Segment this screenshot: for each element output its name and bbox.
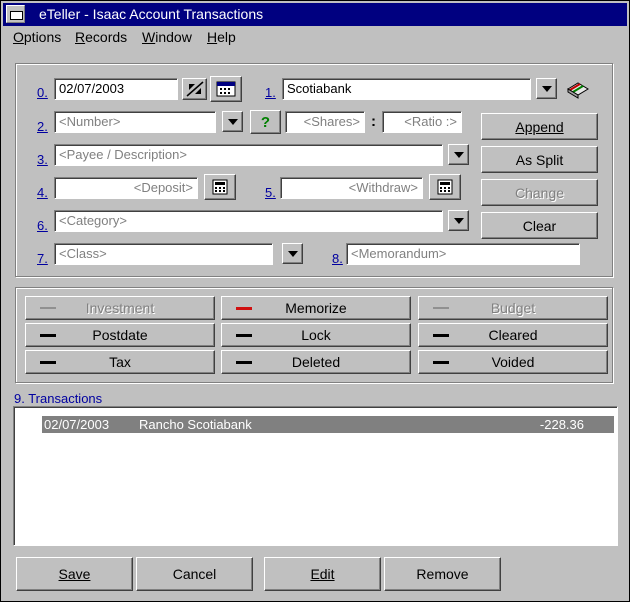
help-icon: ? bbox=[260, 113, 271, 131]
table-row[interactable]: 02/07/2003 Rancho Scotiabank -228.36 bbox=[42, 416, 614, 433]
date-input[interactable]: 02/07/2003 bbox=[54, 78, 178, 100]
transaction-amount: -228.36 bbox=[539, 417, 584, 432]
tax-toggle[interactable]: Tax bbox=[25, 350, 215, 374]
investment-toggle[interactable]: Investment bbox=[25, 296, 215, 320]
indicator-icon bbox=[433, 361, 449, 364]
transaction-description: Rancho Scotiabank bbox=[139, 417, 252, 432]
class-dropdown-button[interactable] bbox=[282, 243, 303, 264]
save-button[interactable]: Save bbox=[16, 557, 133, 591]
date-spinner[interactable] bbox=[182, 78, 207, 100]
field-label-1: 1. bbox=[265, 85, 276, 100]
account-dropdown-button[interactable] bbox=[536, 78, 557, 99]
number-dropdown-button[interactable] bbox=[222, 111, 243, 132]
class-input[interactable]: <Class> bbox=[54, 243, 273, 265]
deposit-input[interactable]: <Deposit> bbox=[54, 177, 198, 199]
field-label-3: 3. bbox=[37, 152, 48, 167]
account-book-icon[interactable] bbox=[566, 79, 590, 101]
chevron-down-icon bbox=[453, 217, 464, 224]
ratio-input[interactable]: <Ratio :> bbox=[382, 111, 462, 133]
cancel-button[interactable]: Cancel bbox=[136, 557, 253, 591]
menu-bar: Options Records Window Help bbox=[3, 28, 627, 48]
indicator-icon bbox=[40, 307, 56, 309]
budget-toggle[interactable]: Budget bbox=[418, 296, 608, 320]
field-label-6: 6. bbox=[37, 218, 48, 233]
menu-help[interactable]: Help bbox=[207, 29, 236, 45]
spinner-icon bbox=[186, 81, 203, 97]
number-help-button[interactable]: ? bbox=[250, 110, 281, 134]
indicator-icon bbox=[433, 334, 449, 337]
chevron-down-icon bbox=[453, 151, 464, 158]
change-button[interactable]: Change bbox=[481, 179, 598, 206]
indicator-icon bbox=[40, 334, 56, 337]
lock-toggle[interactable]: Lock bbox=[221, 323, 411, 347]
memorize-toggle[interactable]: Memorize bbox=[221, 296, 411, 320]
field-label-8: 8. bbox=[332, 251, 343, 266]
app-window: eTeller - Isaac Account Transactions Opt… bbox=[0, 0, 630, 602]
indicator-icon bbox=[236, 307, 252, 310]
field-label-2: 2. bbox=[37, 119, 48, 134]
cleared-toggle[interactable]: Cleared bbox=[418, 323, 608, 347]
ratio-separator: : bbox=[371, 113, 376, 130]
indicator-icon bbox=[40, 361, 56, 364]
indicator-icon bbox=[433, 307, 449, 309]
remove-button[interactable]: Remove bbox=[384, 557, 501, 591]
account-combobox[interactable]: Scotiabank bbox=[282, 78, 531, 100]
calendar-icon bbox=[216, 81, 236, 97]
chevron-down-icon bbox=[227, 118, 238, 125]
deleted-toggle[interactable]: Deleted bbox=[221, 350, 411, 374]
indicator-icon bbox=[236, 334, 252, 337]
clear-button[interactable]: Clear bbox=[481, 212, 598, 239]
menu-records[interactable]: Records bbox=[75, 29, 127, 45]
chevron-down-icon bbox=[541, 85, 552, 92]
field-label-7: 7. bbox=[37, 251, 48, 266]
transactions-label: 9. Transactions bbox=[14, 391, 103, 406]
title-bar[interactable]: eTeller - Isaac Account Transactions bbox=[3, 3, 627, 26]
payee-dropdown-button[interactable] bbox=[448, 144, 469, 165]
withdraw-calculator-button[interactable] bbox=[429, 174, 461, 200]
transaction-date: 02/07/2003 bbox=[44, 417, 110, 432]
menu-options[interactable]: Options bbox=[13, 29, 61, 45]
voided-toggle[interactable]: Voided bbox=[418, 350, 608, 374]
chevron-down-icon bbox=[287, 250, 298, 257]
edit-button[interactable]: Edit bbox=[264, 557, 381, 591]
append-button[interactable]: Append bbox=[481, 113, 598, 140]
indicator-icon bbox=[236, 361, 252, 364]
field-label-4: 4. bbox=[37, 185, 48, 200]
window-title: eTeller - Isaac Account Transactions bbox=[39, 6, 264, 22]
category-dropdown-button[interactable] bbox=[448, 210, 469, 231]
memo-input[interactable]: <Memorandum> bbox=[346, 243, 580, 265]
withdraw-input[interactable]: <Withdraw> bbox=[280, 177, 423, 199]
as-split-button[interactable]: As Split bbox=[481, 146, 598, 173]
field-label-0: 0. bbox=[37, 85, 48, 100]
payee-input[interactable]: <Payee / Description> bbox=[54, 144, 443, 166]
field-label-5: 5. bbox=[265, 185, 276, 200]
number-input[interactable]: <Number> bbox=[54, 111, 216, 133]
transactions-list[interactable]: 02/07/2003 Rancho Scotiabank -228.36 bbox=[13, 406, 618, 546]
window-menu-icon[interactable] bbox=[6, 5, 25, 23]
shares-input[interactable]: <Shares> bbox=[285, 111, 365, 133]
calendar-button[interactable] bbox=[210, 76, 242, 102]
menu-window[interactable]: Window bbox=[142, 29, 192, 45]
calculator-icon bbox=[212, 179, 228, 195]
category-input[interactable]: <Category> bbox=[54, 210, 443, 232]
postdate-toggle[interactable]: Postdate bbox=[25, 323, 215, 347]
deposit-calculator-button[interactable] bbox=[204, 174, 236, 200]
calculator-icon bbox=[437, 179, 453, 195]
